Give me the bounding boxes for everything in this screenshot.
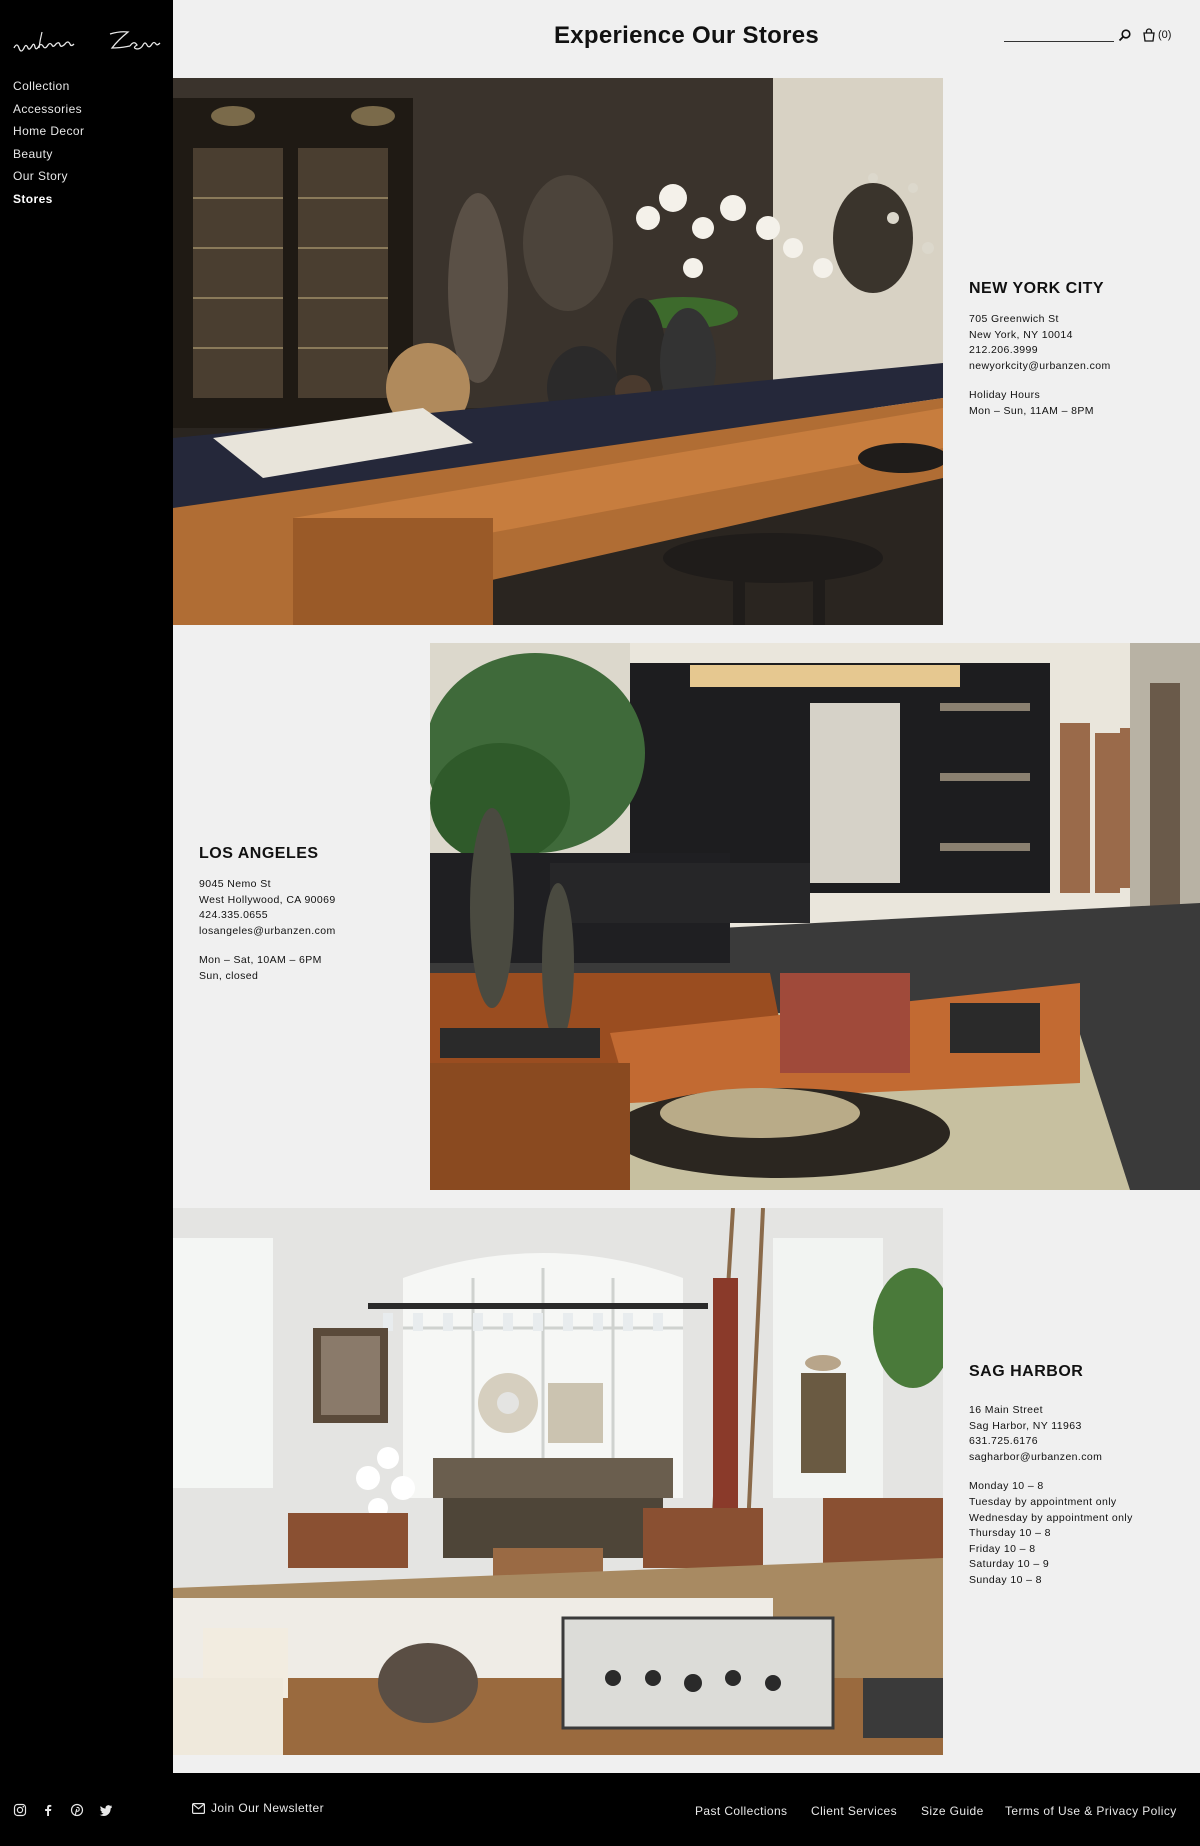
footer-link-size-guide[interactable]: Size Guide	[921, 1804, 984, 1818]
footer: Join Our Newsletter Past Collections Cli…	[0, 1773, 1200, 1846]
footer-link-terms-privacy[interactable]: Terms of Use & Privacy Policy	[1005, 1804, 1177, 1818]
nav-item-collection[interactable]: Collection	[13, 78, 84, 101]
footer-link-client-services[interactable]: Client Services	[811, 1804, 897, 1818]
nav-item-our-story[interactable]: Our Story	[13, 168, 84, 191]
store-hours-line: Sun, closed	[199, 969, 259, 982]
twitter-icon[interactable]	[99, 1803, 113, 1817]
store-address-city: Sag Harbor, NY 11963	[969, 1419, 1082, 1432]
nav-item-accessories[interactable]: Accessories	[13, 101, 84, 124]
nav-item-beauty[interactable]: Beauty	[13, 146, 84, 169]
urbanzen-logo[interactable]	[12, 26, 162, 58]
envelope-icon	[192, 1802, 205, 1814]
store-hours-line: Mon – Sun, 11AM – 8PM	[969, 404, 1094, 417]
search-icon[interactable]	[1118, 28, 1132, 42]
new-york-store-photo	[173, 78, 943, 625]
nav-item-stores[interactable]: Stores	[13, 191, 84, 214]
sidebar: Collection Accessories Home Decor Beauty…	[0, 0, 173, 1773]
store-address-street: 9045 Nemo St	[199, 878, 271, 890]
sag-harbor-store-photo	[173, 1208, 943, 1755]
store-hours-line: Monday 10 – 8	[969, 1480, 1044, 1493]
store-hours-line: Mon – Sat, 10AM – 6PM	[199, 954, 322, 967]
store-address-street: 16 Main Street	[969, 1404, 1043, 1416]
facebook-icon[interactable]	[41, 1803, 55, 1817]
store-hours-line: Thursday 10 – 8	[969, 1527, 1051, 1540]
store-email[interactable]: newyorkcity@urbanzen.com	[969, 359, 1111, 375]
store-address-city: West Hollywood, CA 90069	[199, 893, 336, 906]
store-hours-line: Wednesday by appointment only	[969, 1511, 1133, 1524]
store-name: LOS ANGELES	[199, 845, 319, 862]
newsletter-signup-link[interactable]: Join Our Newsletter	[192, 1801, 324, 1815]
shopping-bag-icon	[1143, 28, 1155, 42]
store-hours-line: Sunday 10 – 8	[969, 1573, 1042, 1586]
store-phone[interactable]: 631.725.6176	[969, 1434, 1133, 1450]
search-field[interactable]	[1004, 28, 1114, 45]
los-angeles-store-photo	[430, 643, 1200, 1190]
nav-item-home-decor[interactable]: Home Decor	[13, 123, 84, 146]
pinterest-icon[interactable]	[70, 1803, 84, 1817]
store-hours-line: Holiday Hours	[969, 389, 1041, 402]
store-name: SAG HARBOR	[969, 1363, 1084, 1380]
store-email[interactable]: sagharbor@urbanzen.com	[969, 1450, 1133, 1466]
store-name: NEW YORK CITY	[969, 280, 1105, 297]
instagram-icon[interactable]	[13, 1803, 27, 1817]
store-info-los-angeles: LOS ANGELES 9045 Nemo St West Hollywood,…	[199, 845, 336, 985]
store-hours-line: Friday 10 – 8	[969, 1542, 1036, 1555]
newsletter-label: Join Our Newsletter	[211, 1801, 324, 1815]
store-info-sag-harbor: SAG HARBOR 16 Main Street Sag Harbor, NY…	[969, 1363, 1133, 1589]
store-email[interactable]: losangeles@urbanzen.com	[199, 924, 336, 940]
store-phone[interactable]: 424.335.0655	[199, 908, 336, 924]
footer-link-past-collections[interactable]: Past Collections	[695, 1804, 787, 1818]
store-hours-line: Tuesday by appointment only	[969, 1495, 1117, 1508]
store-phone[interactable]: 212.206.3999	[969, 343, 1111, 359]
search-input[interactable]	[1004, 31, 1114, 45]
main-nav: Collection Accessories Home Decor Beauty…	[13, 78, 84, 214]
store-address-city: New York, NY 10014	[969, 328, 1073, 341]
cart-count: (0)	[1158, 29, 1172, 41]
cart-button[interactable]: (0)	[1142, 27, 1171, 43]
store-address-street: 705 Greenwich St	[969, 313, 1059, 325]
store-info-new-york: NEW YORK CITY 705 Greenwich St New York,…	[969, 280, 1111, 420]
store-hours-line: Saturday 10 – 9	[969, 1558, 1050, 1571]
